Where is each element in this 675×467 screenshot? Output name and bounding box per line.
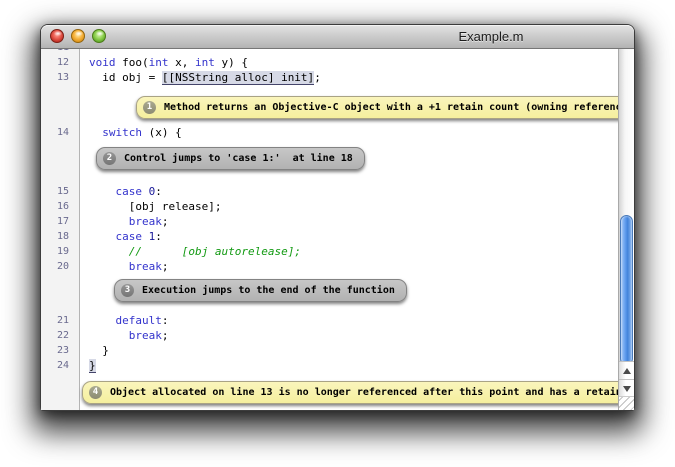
vertical-scrollbar[interactable] (618, 49, 634, 410)
line-number: 15 (41, 184, 79, 199)
code-line: 22 break; (41, 328, 618, 343)
code-text: [obj release]; (79, 199, 221, 214)
line-number: 18 (41, 229, 79, 244)
code-line: 16 [obj release]; (41, 199, 618, 214)
line-number: 24 (41, 358, 79, 373)
scroll-down-button[interactable] (619, 379, 634, 397)
line-number: 19 (41, 244, 79, 259)
code-line: 20 break; (41, 259, 618, 274)
code-line: 14 switch (x) { (41, 125, 618, 140)
scroll-up-button[interactable] (619, 361, 634, 379)
code-text: switch (x) { (79, 125, 182, 140)
arrow-down-icon (623, 386, 631, 392)
code-text: default: (79, 313, 168, 328)
code-line: 12void foo(int x, int y) { (41, 55, 618, 70)
code-line: 15 case 0: (41, 184, 618, 199)
note-text: Execution jumps to the end of the functi… (142, 285, 395, 297)
zoom-button-icon[interactable] (92, 29, 106, 43)
analyzer-note[interactable]: 3 Execution jumps to the end of the funct… (114, 279, 407, 302)
line-number: 13 (41, 70, 79, 85)
window-title: Example.m (426, 25, 556, 48)
arrow-up-icon (623, 368, 631, 374)
window: Example.m 1112void foo(int x, int y) {13… (40, 24, 635, 411)
close-button-icon[interactable] (50, 29, 64, 43)
analyzer-note-row: 3 Execution jumps to the end of the funct… (41, 276, 618, 305)
window-content: 1112void foo(int x, int y) {13 id obj = … (41, 49, 634, 410)
code-text: } (79, 343, 109, 358)
scrollbar-thumb[interactable] (620, 215, 633, 365)
code-text: id obj = [[NSString alloc] init]; (79, 70, 321, 85)
line-number: 12 (41, 55, 79, 70)
line-number: 16 (41, 199, 79, 214)
analyzer-note-row: 2 Control jumps to 'case 1:' at line 18 (41, 144, 618, 173)
code-line: 24} (41, 358, 618, 373)
code-line: 17 break; (41, 214, 618, 229)
line-number: 20 (41, 259, 79, 274)
code-editor[interactable]: 1112void foo(int x, int y) {13 id obj = … (41, 49, 618, 410)
scrollbar-buttons (619, 361, 634, 397)
code-line: 23 } (41, 343, 618, 358)
line-number: 22 (41, 328, 79, 343)
code-text: break; (79, 328, 169, 343)
page-background: { "window": { "title": "Example.m" }, "c… (0, 0, 675, 467)
line-number: 14 (41, 125, 79, 140)
code-line: 18 case 1: (41, 229, 618, 244)
code-line: 19 // [obj autorelease]; (41, 244, 618, 259)
resize-grip[interactable] (619, 396, 634, 410)
code-text: case 1: (79, 229, 162, 244)
minimize-button-icon[interactable] (71, 29, 85, 43)
analyzer-note[interactable]: 4 Object allocated on line 13 is no longe… (82, 381, 618, 404)
note-text: Control jumps to 'case 1:' at line 18 (124, 153, 353, 165)
code-text: break; (79, 214, 169, 229)
note-badge: 1 (143, 101, 156, 114)
analyzer-note[interactable]: 1 Method returns an Objective-C object wi… (136, 96, 618, 119)
line-number: 17 (41, 214, 79, 229)
note-badge: 2 (103, 152, 116, 165)
analyzer-note-row: 4 Object allocated on line 13 is no longe… (41, 378, 618, 407)
analyzer-note-row: 1 Method returns an Objective-C object wi… (41, 93, 618, 122)
note-badge: 4 (89, 386, 102, 399)
titlebar[interactable]: Example.m (41, 25, 634, 49)
code-text: // [obj autorelease]; (79, 244, 301, 259)
line-number: 21 (41, 313, 79, 328)
note-text: Method returns an Objective-C object wit… (164, 102, 618, 114)
code-text: } (79, 358, 96, 373)
code-text: case 0: (79, 184, 162, 199)
code-line: 21 default: (41, 313, 618, 328)
code-text: break; (79, 259, 169, 274)
note-badge: 3 (121, 284, 134, 297)
window-controls (50, 29, 106, 43)
code-text: void foo(int x, int y) { (79, 55, 248, 70)
note-text: Object allocated on line 13 is no longer… (110, 387, 618, 399)
code-line: 13 id obj = [[NSString alloc] init]; (41, 70, 618, 85)
analyzer-note[interactable]: 2 Control jumps to 'case 1:' at line 18 (96, 147, 365, 170)
line-number: 23 (41, 343, 79, 358)
